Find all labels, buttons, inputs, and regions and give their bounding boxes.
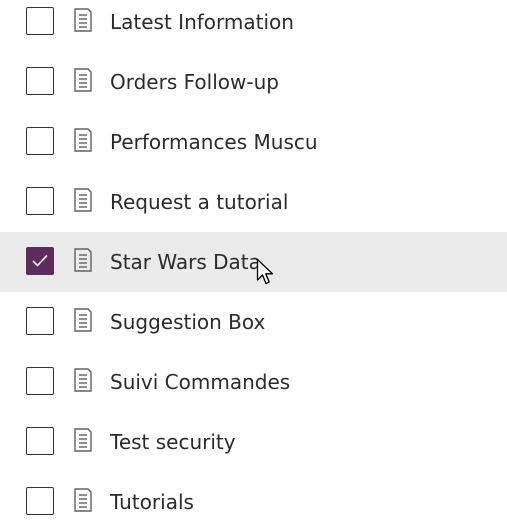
item-label: Performances Muscu <box>110 130 318 154</box>
item-checkbox[interactable] <box>26 7 54 35</box>
checkmark-icon <box>32 255 48 267</box>
document-list-icon <box>74 248 92 272</box>
item-label: Test security <box>110 430 236 454</box>
list-panel: Latest Information Orders Follow-up Perf… <box>0 0 507 532</box>
list-item-selected[interactable]: Star Wars Data <box>0 232 507 292</box>
document-list-icon <box>74 308 92 332</box>
document-list-icon <box>74 368 92 392</box>
list-item[interactable]: Latest Information <box>0 0 507 52</box>
list-item[interactable]: Tutorials <box>0 472 507 532</box>
list-item[interactable]: Suivi Commandes <box>0 352 507 412</box>
item-label: Orders Follow-up <box>110 70 279 94</box>
item-checkbox[interactable] <box>26 487 54 515</box>
item-checkbox[interactable] <box>26 187 54 215</box>
document-list-icon <box>74 188 92 212</box>
item-label: Request a tutorial <box>110 190 289 214</box>
item-label: Suggestion Box <box>110 310 266 334</box>
item-label: Tutorials <box>110 490 194 514</box>
document-list-icon <box>74 8 92 32</box>
item-label: Suivi Commandes <box>110 370 291 394</box>
list-item[interactable]: Test security <box>0 412 507 472</box>
mouse-cursor-icon <box>256 258 274 285</box>
item-checkbox[interactable] <box>26 127 54 155</box>
item-checkbox[interactable] <box>26 307 54 335</box>
item-checkbox-checked[interactable] <box>26 247 54 275</box>
document-list-icon <box>74 128 92 152</box>
document-list-icon <box>74 68 92 92</box>
item-label: Star Wars Data <box>110 250 261 274</box>
item-label: Latest Information <box>110 10 294 34</box>
document-list-icon <box>74 428 92 452</box>
item-checkbox[interactable] <box>26 67 54 95</box>
list-item[interactable]: Suggestion Box <box>0 292 507 352</box>
item-checkbox[interactable] <box>26 367 54 395</box>
list-item[interactable]: Orders Follow-up <box>0 52 507 112</box>
list-item[interactable]: Performances Muscu <box>0 112 507 172</box>
list-item[interactable]: Request a tutorial <box>0 172 507 232</box>
item-checkbox[interactable] <box>26 427 54 455</box>
document-list-icon <box>74 488 92 512</box>
